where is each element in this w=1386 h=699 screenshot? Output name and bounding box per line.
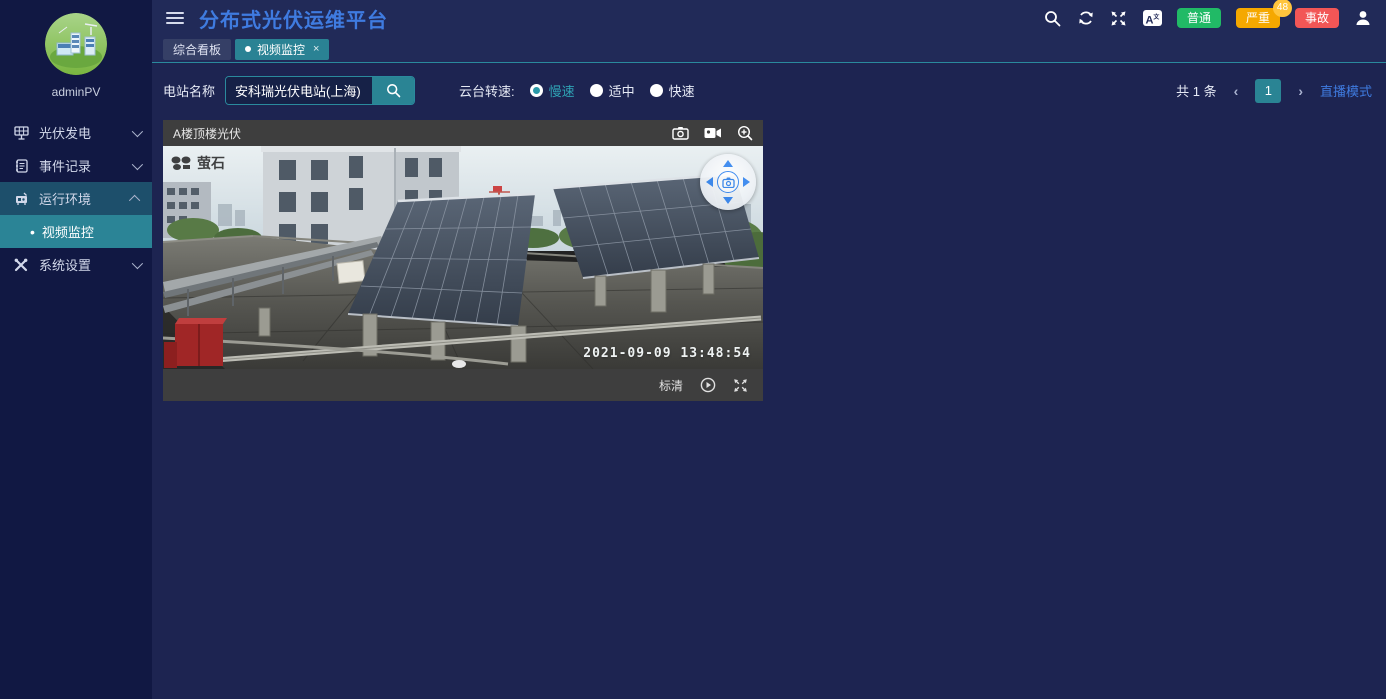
video-timestamp: 2021-09-09 13:48:54 <box>583 346 751 361</box>
station-name-label: 电站名称 <box>163 84 216 99</box>
logo-wrap: adminPV <box>0 0 152 116</box>
main-panel: 分布式光伏运维平台 A文 普通 严重 48 事故 综合看板 视频监控 × 电站名… <box>152 0 1386 699</box>
company-logo <box>45 13 107 75</box>
username: adminPV <box>51 85 101 99</box>
page-number[interactable]: 1 <box>1255 78 1282 103</box>
video-card: A楼顶楼光伏 萤石 2021-09-09 13:48:54 标清 <box>163 120 763 401</box>
bullet-icon: • <box>30 223 35 240</box>
chevron-down-icon <box>131 158 144 170</box>
sidebar-item-label: 事件记录 <box>39 159 92 174</box>
pagination: 共 1 条 ‹ 1 › 直播模式 <box>1176 78 1372 103</box>
chevron-down-icon <box>131 125 144 137</box>
ptz-speed-group: 云台转速: 慢速 适中 快速 <box>459 81 695 100</box>
ptz-down-arrow[interactable] <box>723 197 733 204</box>
page-title: 分布式光伏运维平台 <box>199 9 388 32</box>
sidebar-item-event-log[interactable]: 事件记录 <box>0 149 152 182</box>
replay-icon[interactable] <box>700 377 716 393</box>
tab-video-monitor[interactable]: 视频监控 × <box>235 38 330 60</box>
radio-speed-fast[interactable]: 快速 <box>649 81 695 100</box>
sidebar-item-label: 系统设置 <box>39 258 92 273</box>
header-actions: A文 普通 严重 48 事故 <box>1044 0 1372 28</box>
radio-speed-slow[interactable]: 慢速 <box>529 81 575 100</box>
tab-label: 综合看板 <box>173 42 222 57</box>
tab-dashboard[interactable]: 综合看板 <box>163 38 232 60</box>
tab-bar: 综合看板 视频监控 × <box>152 36 1386 63</box>
content-area: 电站名称 云台转速: 慢速 适中 <box>152 63 1386 699</box>
camera-feed-image <box>163 146 763 369</box>
chevron-up-icon <box>128 194 141 206</box>
refresh-icon[interactable] <box>1077 9 1095 27</box>
settings-icon <box>12 258 30 272</box>
snapshot-camera-icon[interactable] <box>672 126 689 140</box>
ptz-right-arrow[interactable] <box>743 177 750 187</box>
environment-icon <box>12 192 30 206</box>
solar-panel-icon <box>12 125 30 140</box>
chevron-down-icon <box>131 257 144 269</box>
sidebar-item-pv-generation[interactable]: 光伏发电 <box>0 116 152 149</box>
ptz-up-arrow[interactable] <box>723 160 733 167</box>
camera-title: A楼顶楼光伏 <box>173 126 242 141</box>
status-badge-accident[interactable]: 事故 <box>1294 8 1339 28</box>
search-icon[interactable] <box>1044 9 1062 27</box>
status-badge-severe[interactable]: 严重 48 <box>1235 0 1292 28</box>
station-search-input[interactable] <box>226 77 373 104</box>
radio-speed-medium[interactable]: 适中 <box>589 81 635 100</box>
close-icon[interactable]: × <box>313 43 319 55</box>
ptz-left-arrow[interactable] <box>706 177 713 187</box>
tab-label: 视频监控 <box>257 42 306 57</box>
sidebar: adminPV 光伏发电 事件记录 运行环境 • 视频监控 系统设置 <box>0 0 152 699</box>
prev-page-icon[interactable]: ‹ <box>1234 83 1239 99</box>
top-header: 分布式光伏运维平台 A文 普通 严重 48 事故 <box>152 0 1386 36</box>
fullscreen-icon[interactable] <box>1110 9 1128 27</box>
watermark-text: 萤石 <box>197 155 225 171</box>
sidebar-subitem-label: 视频监控 <box>41 225 94 240</box>
video-frame: 萤石 2021-09-09 13:48:54 <box>163 146 763 369</box>
video-header-icons <box>672 125 753 141</box>
search-button[interactable] <box>372 77 415 104</box>
user-icon[interactable] <box>1354 9 1372 27</box>
next-page-icon[interactable]: › <box>1298 83 1303 99</box>
sidebar-item-label: 光伏发电 <box>39 126 92 141</box>
event-log-icon <box>12 158 30 173</box>
radio-circle-icon <box>529 84 543 97</box>
sidebar-item-settings[interactable]: 系统设置 <box>0 248 152 281</box>
active-dot-icon <box>245 46 252 52</box>
filter-row: 电站名称 云台转速: 慢速 适中 <box>163 76 1372 105</box>
radio-circle-icon <box>589 84 603 97</box>
live-mode-link[interactable]: 直播模式 <box>1320 81 1372 100</box>
total-count: 共 1 条 <box>1176 84 1217 99</box>
sidebar-item-environment[interactable]: 运行环境 <box>0 182 152 215</box>
station-search-group <box>225 76 416 105</box>
ptz-center-button[interactable] <box>717 171 739 193</box>
quality-selector[interactable]: 标清 <box>659 377 683 394</box>
severe-count-badge: 48 <box>1272 0 1292 17</box>
ptz-control <box>700 154 756 210</box>
record-video-icon[interactable] <box>704 127 722 139</box>
sidebar-subitem-video-monitor[interactable]: • 视频监控 <box>0 215 152 248</box>
radio-circle-icon <box>649 84 663 97</box>
hamburger-menu-icon[interactable] <box>166 12 184 24</box>
status-badge-normal[interactable]: 普通 <box>1176 8 1221 28</box>
video-fullscreen-icon[interactable] <box>733 378 748 393</box>
video-footer: 标清 <box>163 369 763 401</box>
ezviz-watermark: 萤石 <box>171 153 225 173</box>
sidebar-item-label: 运行环境 <box>39 192 92 207</box>
ptz-speed-label: 云台转速: <box>459 84 515 99</box>
sidebar-menu: 光伏发电 事件记录 运行环境 • 视频监控 系统设置 <box>0 116 152 281</box>
zoom-in-icon[interactable] <box>737 125 753 141</box>
video-header: A楼顶楼光伏 <box>163 120 763 146</box>
translate-icon[interactable]: A文 <box>1142 10 1162 27</box>
app-window: adminPV 光伏发电 事件记录 运行环境 • 视频监控 系统设置 分布式光伏… <box>0 0 1386 699</box>
